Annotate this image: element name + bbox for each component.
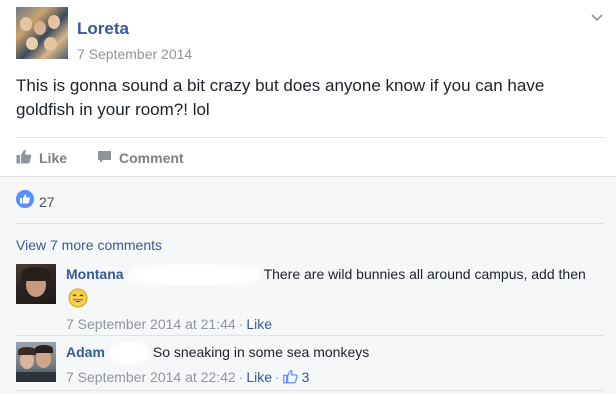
redacted-name [127,264,260,287]
like-badge-icon [16,190,34,213]
post-date[interactable]: 7 September 2014 [77,46,192,62]
redacted-name [108,342,149,365]
comment-button-label: Comment [119,150,184,166]
thumbs-up-icon [16,149,32,167]
comment-timestamp[interactable]: 7 September 2014 at 21:44 [66,316,236,332]
comment-text: So sneaking in some sea monkeys [152,344,370,360]
divider [16,223,604,224]
view-more-comments-link[interactable]: View 7 more comments [16,237,162,253]
comment-text: There are wild bunnies all around campus… [263,266,586,282]
commenter-avatar[interactable] [16,342,56,382]
laughing-emoji-icon [68,288,88,308]
divider [16,390,604,391]
comment-item: Adam So sneaking in some sea monkeys 7 Se… [16,342,604,388]
thumbs-up-icon [282,369,298,389]
comment-likes-count: 3 [301,369,310,386]
comment-timestamp[interactable]: 7 September 2014 at 22:42 [66,369,236,385]
author-avatar[interactable] [16,7,68,59]
likes-summary[interactable]: 27 [16,190,55,213]
comment-meta: 7 September 2014 at 21:44 · Like [66,315,273,332]
divider [16,335,604,336]
comment-body: Adam So sneaking in some sea monkeys 7 Se… [66,342,604,389]
comment-author[interactable]: Adam [66,344,105,360]
post-actions: Like Comment [16,148,184,168]
like-button[interactable]: Like [16,148,67,168]
post-author-name[interactable]: Loreta [77,19,129,39]
likes-count[interactable]: 27 [39,194,55,210]
comment-meta: 7 September 2014 at 22:42 · Like · 3 [66,367,604,389]
comment-like-link[interactable]: Like [246,369,272,385]
comment-button[interactable]: Comment [97,148,184,168]
comment-author[interactable]: Montana [66,266,124,282]
comment-bubble-icon [97,150,112,167]
chevron-down-icon[interactable] [588,11,606,25]
comment-likes[interactable]: 3 [282,369,310,386]
commenter-avatar[interactable] [16,264,56,304]
post-text: This is gonna sound a bit crazy but does… [16,76,545,119]
like-button-label: Like [39,150,68,166]
post-header: Loreta 7 September 2014 [16,7,606,63]
comment-like-link[interactable]: Like [246,316,272,332]
comment-item: Montana There are wild bunnies all around… [16,264,604,334]
divider [16,137,604,138]
comment-body: Montana There are wild bunnies all around… [66,264,604,334]
